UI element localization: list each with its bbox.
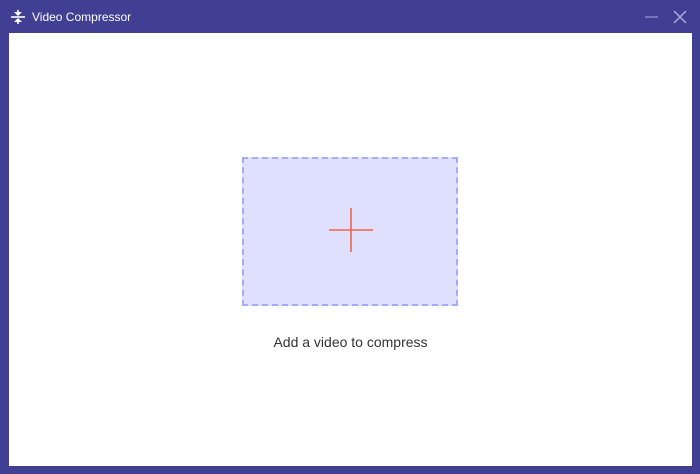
main-content: Add a video to compress [9,33,692,466]
add-video-hint: Add a video to compress [273,334,428,350]
minimize-icon [645,16,658,18]
plus-icon [329,208,373,252]
window-title: Video Compressor [32,10,132,24]
close-icon [673,10,687,24]
add-video-dropzone[interactable] [242,157,458,306]
compress-icon [11,10,25,24]
title-bar[interactable]: Video Compressor [0,0,700,33]
app-window: Video Compressor Add a video to compress [0,0,700,474]
close-button[interactable] [668,6,692,28]
minimize-button[interactable] [640,6,664,28]
